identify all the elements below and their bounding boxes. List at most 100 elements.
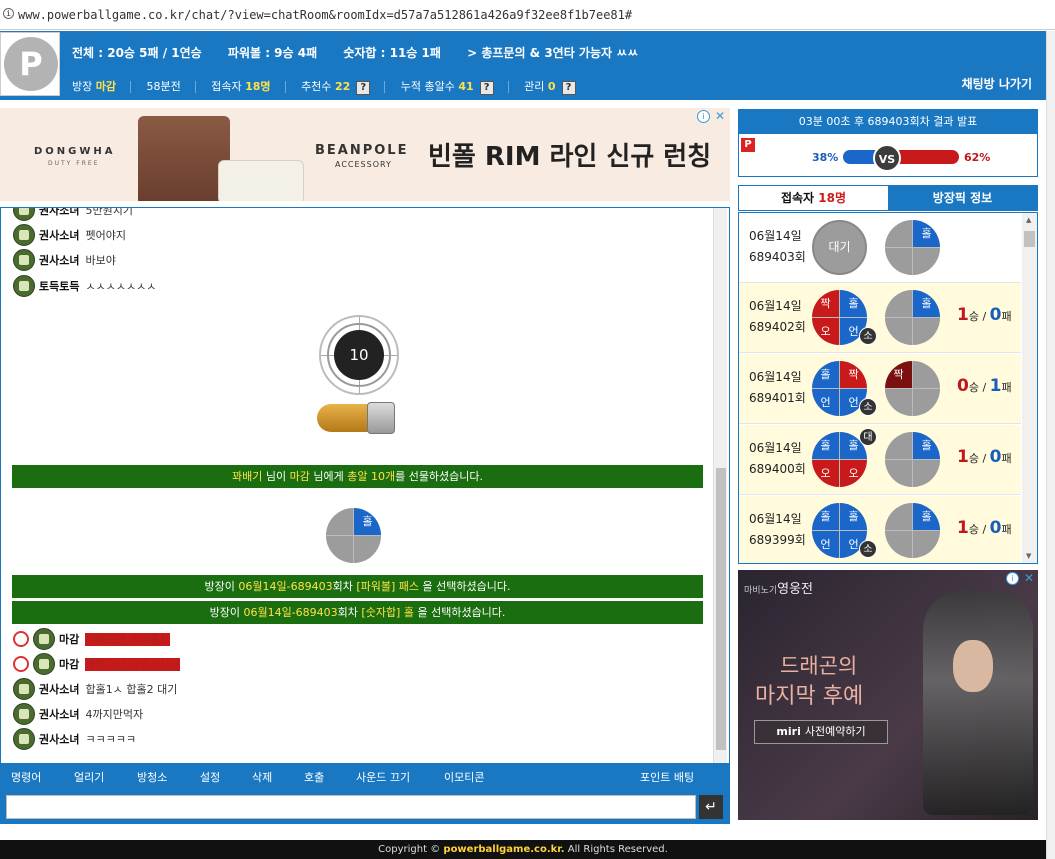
result-q3: 오	[812, 318, 839, 345]
tab-users-count: 18명	[818, 191, 847, 205]
ad-brand-beanpole-sub: ACCESSORY	[335, 160, 392, 169]
side-ad-banner[interactable]: 마비노기영웅전 드래곤의 마지막 후예 miri 사전예약하기 i ✕	[738, 570, 1038, 820]
result-q3: 언	[812, 389, 839, 416]
avatar[interactable]	[13, 703, 35, 725]
tab-users[interactable]: 접속자 18명	[739, 186, 888, 210]
settings-button[interactable]: 설정	[200, 769, 220, 785]
pick-icon: 홀	[326, 508, 381, 563]
room-header: P 전체 : 20승 5패 / 1연승 파워볼 : 9승 4패 숫자합 : 11…	[0, 31, 1046, 100]
waiting-badge: 대기	[812, 220, 867, 275]
result-q1: 홀	[812, 432, 839, 459]
pick-label: 홀	[913, 290, 940, 317]
avatar[interactable]	[13, 249, 35, 271]
scroll-down-icon[interactable]: ▼	[1026, 552, 1031, 560]
score-loss: 0	[989, 447, 1002, 467]
chat-nick[interactable]: 권사소녀	[39, 254, 79, 267]
gift-from: 꽈배기	[231, 470, 263, 483]
score-loss-label: 패	[1001, 310, 1012, 323]
avatar[interactable]	[13, 275, 35, 297]
scroll-up-icon[interactable]: ▲	[1026, 216, 1031, 224]
delete-button[interactable]: 삭제	[252, 769, 272, 785]
pick-circle: 홀	[885, 290, 940, 345]
chat-nick[interactable]: 마감	[59, 658, 79, 671]
emoticon-button[interactable]: 이모티콘	[444, 769, 484, 785]
round-date: 06월14일 689400회	[749, 438, 806, 480]
clear-button[interactable]: 방청소	[137, 769, 167, 785]
tab-host-picks[interactable]: 방장픽 정보	[888, 186, 1037, 210]
round-list-scrollbar[interactable]: ▲ ▼	[1022, 213, 1037, 563]
exit-room-button[interactable]: 채팅방 나가기	[962, 75, 1032, 92]
freeze-button[interactable]: 얼리기	[74, 769, 104, 785]
footer-post: All Rights Reserved.	[567, 844, 668, 855]
chat-scroll-thumb[interactable]	[716, 468, 726, 750]
vs-badge: VS	[873, 144, 901, 172]
point-bet-button[interactable]: 포인트 배팅	[640, 769, 694, 785]
side-ad-close-icon[interactable]: ✕	[1023, 572, 1035, 584]
chat-message: 토득토득 ㅅㅅㅅㅅㅅㅅㅅ	[13, 275, 156, 297]
recommend-label: 추천수	[301, 80, 332, 93]
round-row: 06월14일 689402회 짝 홀 오 언 소 홀 1승 / 0패	[739, 283, 1021, 353]
chat-nick[interactable]: 권사소녀	[39, 733, 79, 746]
call-button[interactable]: 호출	[304, 769, 324, 785]
pick-circle: 홀	[885, 220, 940, 275]
ad-brand-dongwha-sub: DUTY FREE	[48, 160, 100, 167]
chat-message: 권사소녀 5만원치기	[13, 208, 133, 221]
avatar[interactable]	[13, 728, 35, 750]
send-button[interactable]: ↵	[699, 795, 723, 819]
avatar[interactable]	[13, 678, 35, 700]
sound-off-button[interactable]: 사운드 끄기	[356, 769, 410, 785]
round-scroll-thumb[interactable]	[1024, 231, 1035, 247]
avatar[interactable]	[33, 653, 55, 675]
manage-help-button[interactable]: ?	[561, 81, 576, 95]
chat-input[interactable]	[6, 795, 696, 819]
chat-message: 권사소녀 바보야	[13, 249, 116, 271]
result-q4: 오	[840, 460, 867, 487]
ad-close-icon[interactable]: ✕	[714, 110, 726, 122]
chat-scrollbar[interactable]	[713, 208, 727, 763]
score-loss: 0	[989, 305, 1002, 325]
score-win: 0	[957, 376, 969, 396]
ad-info-icon[interactable]: i	[697, 110, 710, 123]
ad-bag-image	[138, 116, 230, 201]
host-label: 방장	[72, 80, 93, 93]
chat-nick[interactable]: 토득토득	[39, 280, 79, 293]
ad-brand-beanpole: BEANPOLE	[315, 143, 409, 158]
top-ad-banner[interactable]: DONGWHA DUTY FREE BEANPOLE ACCESSORY 빈폴 …	[0, 108, 730, 201]
chat-message: 마감 이정도면 의리홀!!	[13, 628, 170, 650]
chat-text: 꽈배기님 나이사사사	[85, 658, 181, 671]
round-number: 689400회	[749, 462, 806, 476]
chat-nick[interactable]: 권사소녀	[39, 208, 79, 217]
recommend-help-button[interactable]: ?	[356, 81, 371, 95]
chat-nick[interactable]: 권사소녀	[39, 229, 79, 242]
users-value: 18명	[245, 80, 271, 93]
chat-nick[interactable]: 권사소녀	[39, 683, 79, 696]
address-bar[interactable]: i www.powerballgame.co.kr/chat/?view=cha…	[0, 0, 1055, 30]
footer-domain[interactable]: powerballgame.co.kr.	[443, 844, 564, 855]
score-win-label: 승 /	[968, 523, 990, 536]
side-ad-info-icon[interactable]: i	[1006, 572, 1019, 585]
command-bar: 명령어 얼리기 방청소 설정 삭제 호출 사운드 끄기 이모티콘 포인트 배팅	[0, 764, 730, 789]
avatar[interactable]	[33, 628, 55, 650]
page-scrollbar[interactable]	[1046, 31, 1055, 859]
url-text[interactable]: www.powerballgame.co.kr/chat/?view=chatR…	[18, 8, 632, 22]
ad-brand-dongwha: DONGWHA	[34, 146, 116, 157]
avatar[interactable]	[13, 208, 35, 221]
avatar[interactable]	[13, 224, 35, 246]
info-icon[interactable]: i	[3, 8, 14, 19]
pick-circle: 홀	[885, 432, 940, 487]
score-loss: 1	[989, 376, 1002, 396]
sys-mid: 회차	[332, 580, 353, 593]
chat-nick[interactable]: 권사소녀	[39, 708, 79, 721]
cmd-button[interactable]: 명령어	[11, 769, 41, 785]
score-loss: 0	[989, 518, 1002, 538]
stat-total: 전체 : 20승 5패 / 1연승	[72, 46, 202, 60]
side-ad-brand-small: 마비노기	[744, 586, 778, 596]
pick-label: 홀	[913, 503, 940, 530]
chat-text: 펫어야지	[85, 229, 126, 242]
bullets-help-button[interactable]: ?	[479, 81, 494, 95]
sys-date: 06월14일-689403	[243, 606, 338, 619]
round-date: 06월14일 689403회	[749, 226, 806, 268]
side-ad-cta-button[interactable]: miri 사전예약하기	[754, 720, 888, 744]
chat-nick[interactable]: 마감	[59, 633, 79, 646]
input-bar: ↵	[0, 789, 730, 824]
